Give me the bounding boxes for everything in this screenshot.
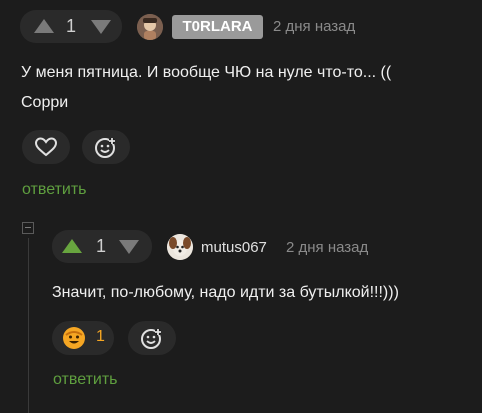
- comment-text: У меня пятница. И вообще ЧЮ на нуле что-…: [21, 58, 471, 118]
- reaction-chip[interactable]: 1: [52, 321, 114, 355]
- like-button[interactable]: [22, 130, 70, 164]
- add-reaction-icon: [141, 329, 161, 349]
- add-reaction-button[interactable]: [128, 321, 176, 355]
- username: T0RLARA: [182, 18, 253, 35]
- username[interactable]: mutus067: [201, 239, 267, 256]
- reaction-count: 1: [96, 328, 105, 345]
- comment-text: Значит, по-любому, надо идти за бутылкой…: [52, 284, 399, 301]
- add-reaction-icon: [95, 138, 115, 158]
- comment-text-line: У меня пятница. И вообще ЧЮ на нуле что-…: [21, 64, 392, 81]
- comment-date: 2 дня назад: [286, 239, 369, 256]
- avatar[interactable]: [137, 14, 163, 40]
- reply-link[interactable]: ответить: [53, 371, 118, 389]
- comment-text-line: Сорри: [21, 94, 69, 111]
- arrow-up-icon[interactable]: [62, 239, 82, 253]
- avatar[interactable]: [167, 234, 193, 260]
- arrow-down-icon[interactable]: [119, 240, 139, 254]
- vote-count: 1: [66, 16, 77, 36]
- comment-date: 2 дня назад: [273, 18, 356, 35]
- reply-link[interactable]: ответить: [22, 181, 87, 199]
- add-reaction-button[interactable]: [82, 130, 130, 164]
- arrow-up-icon[interactable]: [34, 19, 54, 33]
- username-badge[interactable]: T0RLARA: [172, 15, 263, 39]
- arrow-down-icon[interactable]: [91, 20, 111, 34]
- collapse-thread-icon[interactable]: [22, 222, 34, 234]
- smile-reaction-icon: [63, 327, 85, 349]
- vote-count: 1: [96, 236, 107, 256]
- thread-line: [28, 238, 29, 413]
- heart-icon: [34, 137, 58, 157]
